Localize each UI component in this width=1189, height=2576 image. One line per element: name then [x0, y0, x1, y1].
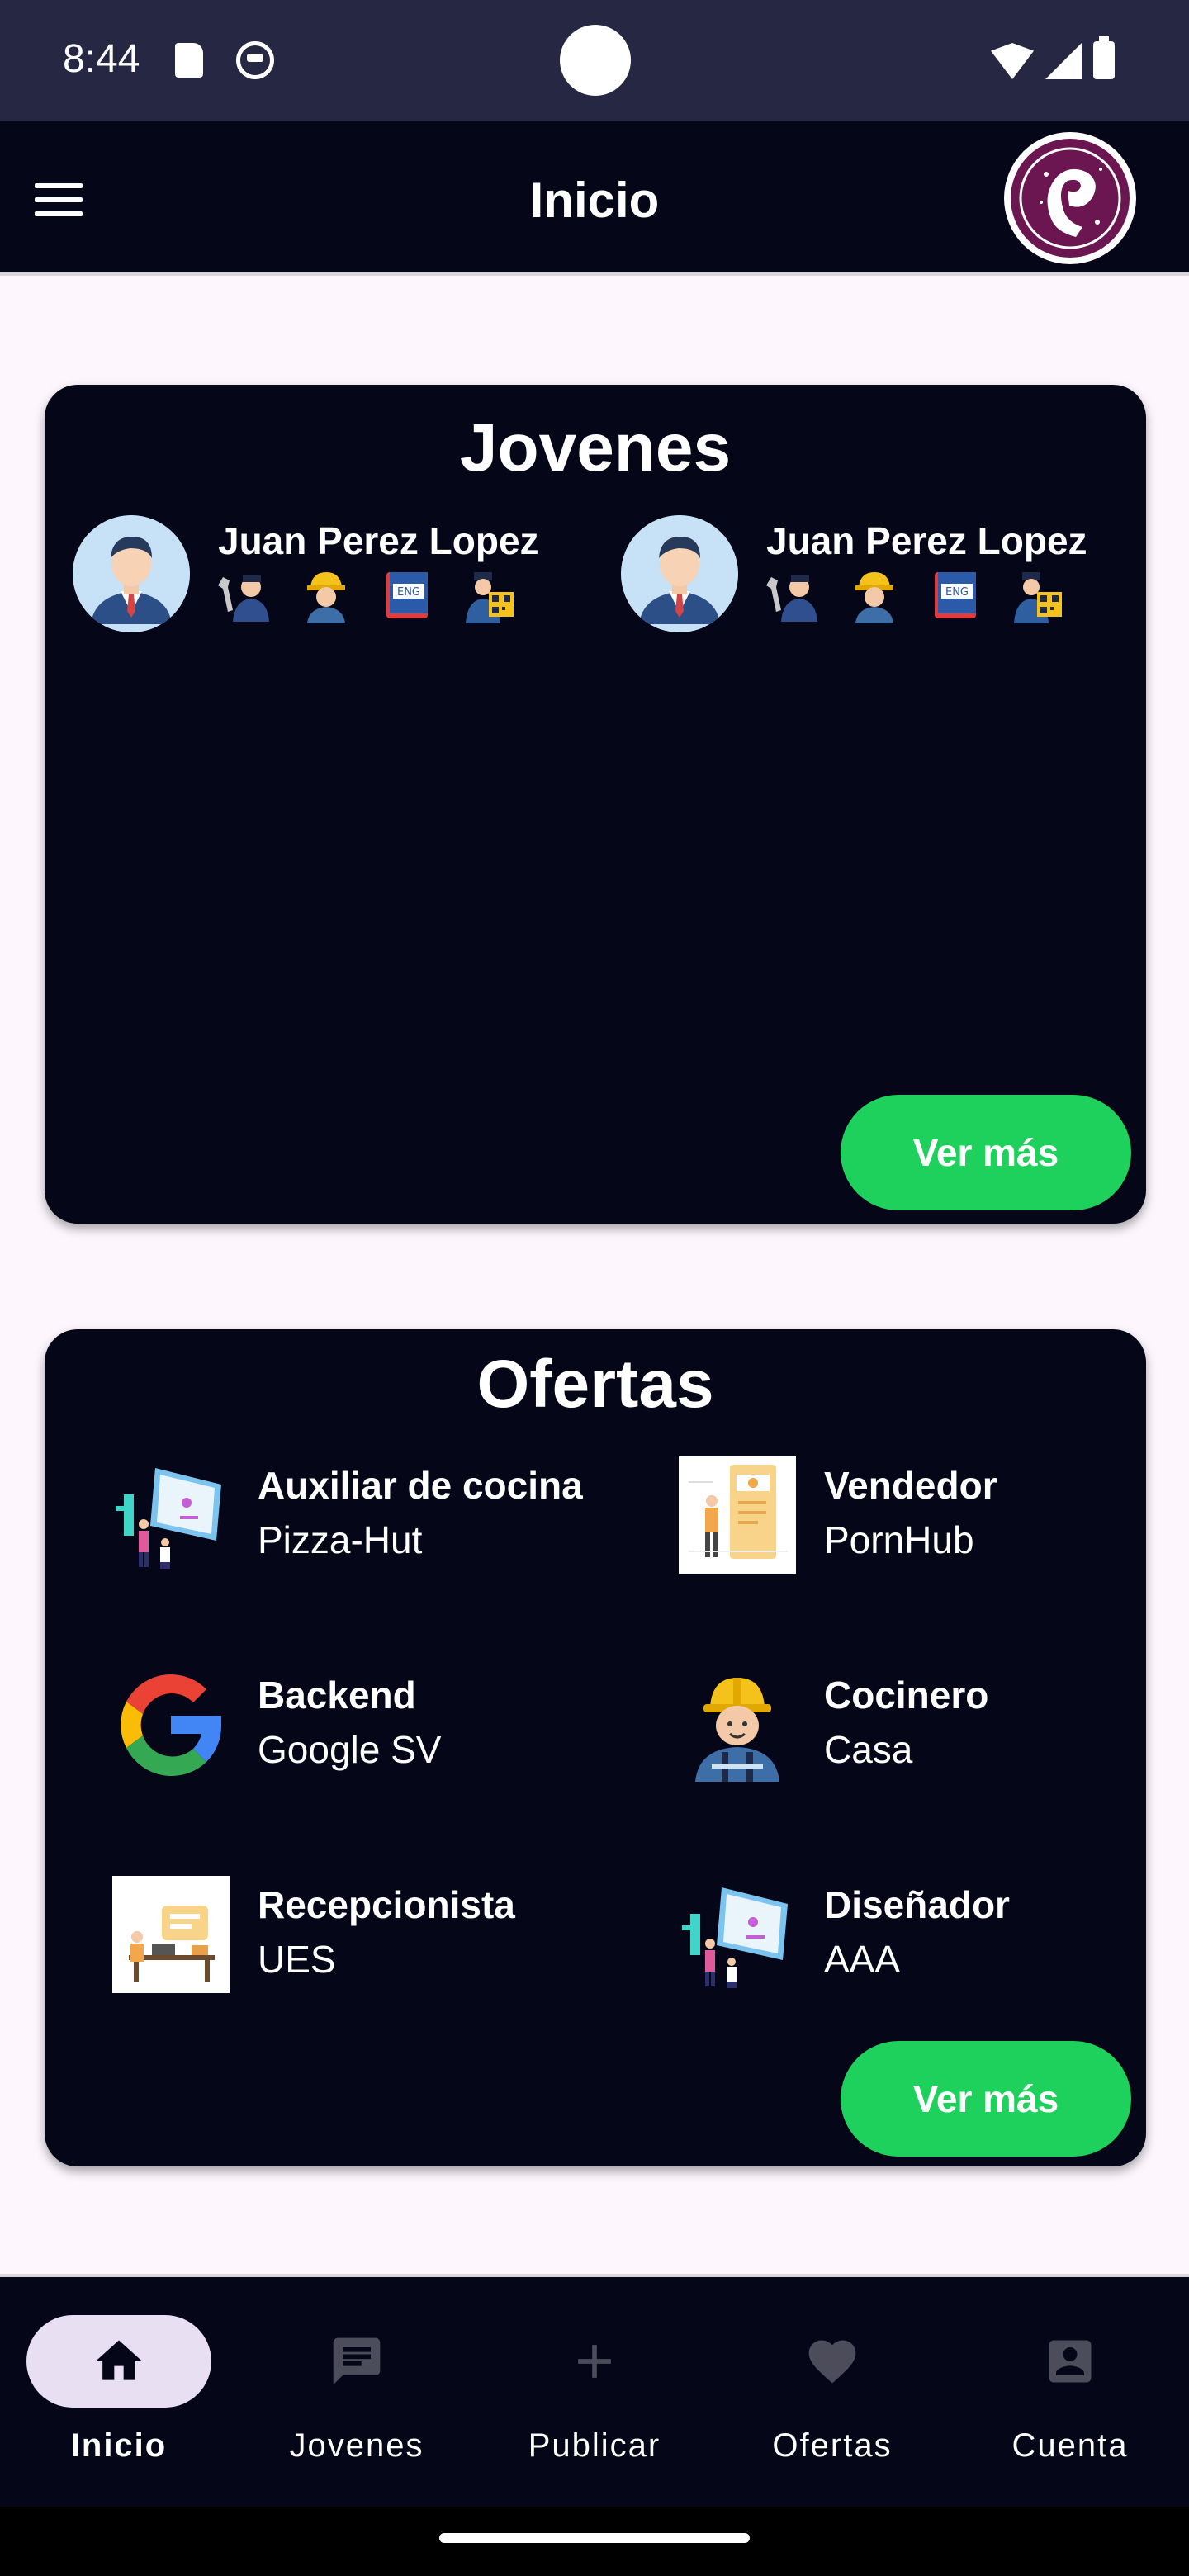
nav-label: Jovenes [289, 2427, 424, 2464]
signal-icon [1045, 43, 1082, 79]
worker-icon [299, 568, 353, 624]
offer-title: Auxiliar de cocina [258, 1464, 583, 1507]
chat-icon [333, 2337, 381, 2385]
offer-company: Google SV [258, 1728, 442, 1771]
offer-company: Casa [824, 1728, 913, 1771]
nav-item-publicar[interactable]: Publicar [476, 2310, 713, 2492]
front-camera [560, 25, 631, 96]
english-book-icon: ENG [928, 568, 983, 624]
presentation-screen-icon [112, 1456, 230, 1574]
offer-item[interactable]: Backend Google SV [112, 1666, 624, 1790]
jovenes-title: Jovenes [459, 410, 732, 485]
english-book-icon: ENG [380, 568, 434, 624]
heart-icon [808, 2340, 856, 2384]
wifi-icon [991, 43, 1034, 79]
nav-item-jovenes[interactable]: Jovenes [238, 2310, 476, 2492]
nav-label: Ofertas [772, 2427, 893, 2464]
home-gesture-bar[interactable] [439, 2533, 750, 2543]
home-icon [95, 2340, 143, 2380]
nav-item-cuenta[interactable]: Cuenta [951, 2310, 1189, 2492]
worker-icon [847, 568, 902, 624]
plus-icon [578, 2345, 611, 2378]
account-icon [1049, 2340, 1092, 2383]
system-navigation-bar [0, 2507, 1189, 2576]
nav-label: Cuenta [1011, 2427, 1129, 2464]
jovenes-more-button[interactable]: Ver más [841, 1095, 1131, 1210]
svg-text:ENG: ENG [945, 586, 969, 599]
offer-company: Pizza-Hut [258, 1518, 423, 1561]
avatar [73, 515, 190, 632]
young-person-card[interactable]: Juan Perez Lopez ENG [73, 515, 568, 639]
offer-title: Recepcionista [258, 1883, 515, 1926]
meeting-board-icon [679, 1456, 796, 1574]
offer-company: AAA [824, 1938, 901, 1981]
jovenes-card: Jovenes Juan Perez Lopez ENG Juan Perez … [45, 385, 1146, 1224]
battery-icon [1093, 36, 1115, 79]
young-person-name: Juan Perez Lopez [766, 519, 1087, 562]
ofertas-more-button[interactable]: Ver más [841, 2041, 1131, 2157]
avatar [621, 515, 738, 632]
ofertas-card: Ofertas Auxiliar de cocina Pizza-Hut Ven… [45, 1329, 1146, 2166]
offer-title: Vendedor [824, 1464, 997, 1507]
offer-item[interactable]: Auxiliar de cocina Pizza-Hut [112, 1456, 624, 1580]
svg-text:ENG: ENG [397, 586, 420, 599]
young-person-name: Juan Perez Lopez [218, 519, 539, 562]
app-logo-icon[interactable] [1004, 132, 1136, 264]
nav-item-inicio[interactable]: Inicio [0, 2310, 238, 2492]
offer-item[interactable]: Vendedor PornHub [679, 1456, 1189, 1580]
offer-item[interactable]: Diseñador AAA [679, 1876, 1189, 2000]
nav-item-ofertas[interactable]: Ofertas [713, 2310, 951, 2492]
offer-title: Backend [258, 1674, 416, 1717]
office-desk-icon [112, 1876, 230, 1993]
offer-item[interactable]: Cocinero Casa [679, 1666, 1189, 1790]
qr-worker-icon [1009, 568, 1063, 624]
sd-card-icon [175, 43, 203, 78]
nav-label: Publicar [528, 2427, 661, 2464]
mechanic-icon [766, 568, 821, 624]
offer-item[interactable]: Recepcionista UES [112, 1876, 624, 2000]
mechanic-icon [218, 568, 272, 624]
construction-worker-icon [679, 1666, 796, 1783]
offer-title: Diseñador [824, 1883, 1010, 1926]
presentation-screen-icon [679, 1876, 796, 1993]
app-bar: Inicio [0, 121, 1189, 276]
offer-title: Cocinero [824, 1674, 989, 1717]
bottom-navigation: Inicio Jovenes Publicar Ofertas Cuenta [0, 2274, 1189, 2507]
status-bar: 8:44 [0, 0, 1189, 121]
qr-worker-icon [461, 568, 515, 624]
ofertas-title: Ofertas [476, 1347, 714, 1422]
nav-label: Inicio [70, 2427, 168, 2464]
notification-app-icon [236, 41, 274, 79]
offer-company: UES [258, 1938, 336, 1981]
status-time: 8:44 [63, 37, 140, 81]
offer-company: PornHub [824, 1518, 974, 1561]
young-person-card[interactable]: Juan Perez Lopez ENG [621, 515, 1116, 639]
google-logo-icon [112, 1666, 230, 1783]
